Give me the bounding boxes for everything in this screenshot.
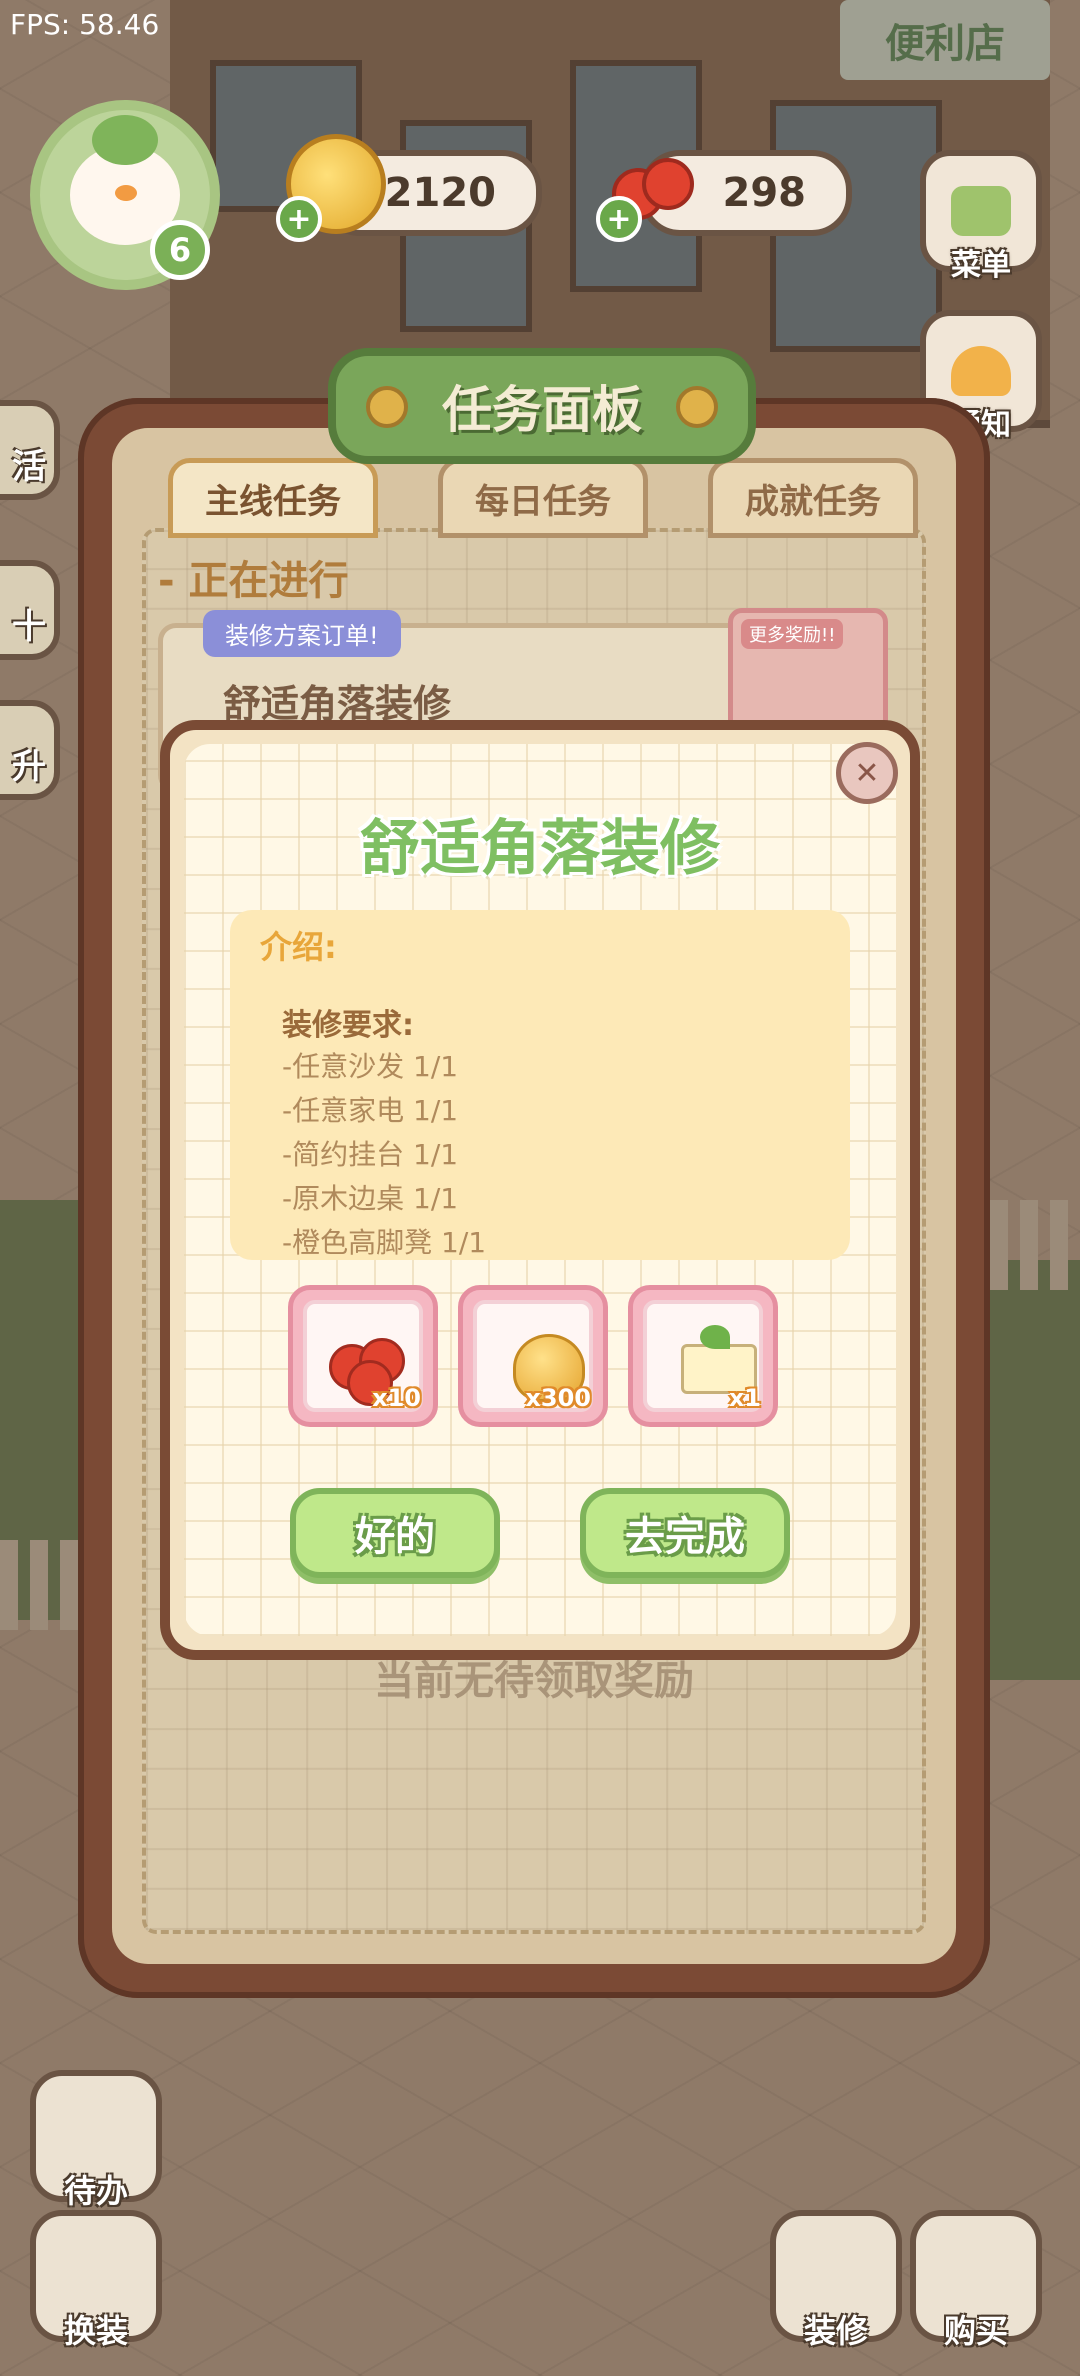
reward-slot[interactable]: x300	[458, 1285, 608, 1427]
intro-label: 介绍:	[260, 928, 337, 966]
ok-button[interactable]: 好的	[290, 1488, 500, 1578]
more-reward-label: 更多奖励!!	[741, 619, 844, 649]
close-icon: ✕	[854, 755, 880, 791]
menu-icon	[951, 186, 1011, 236]
coin-amount: 2120	[384, 170, 496, 216]
fps-counter: FPS: 58.46	[10, 8, 160, 41]
requirement-item: -任意家电 1/1	[282, 1094, 459, 1127]
requirement-item: -原木边桌 1/1	[282, 1182, 459, 1215]
add-cherries-button[interactable]: +	[596, 196, 642, 242]
level-badge: 6	[150, 220, 210, 280]
requirements-title: 装修要求:	[282, 1008, 414, 1043]
tab-daily-quests[interactable]: 每日任务	[438, 458, 648, 538]
buy-label: 购买	[943, 2312, 1008, 2350]
reward-slot[interactable]: x10	[288, 1285, 438, 1427]
dialog-title: 舒适角落装修	[360, 814, 720, 884]
tab-achievements[interactable]: 成就任务	[708, 458, 918, 538]
activity-button[interactable]: 活	[0, 400, 60, 500]
tab-main-quests[interactable]: 主线任务	[168, 458, 378, 538]
requirement-item: -简约挂台 1/1	[282, 1138, 459, 1171]
menu-label: 菜单	[951, 248, 1011, 283]
todo-label: 待办	[63, 2172, 128, 2210]
close-button[interactable]: ✕	[836, 742, 898, 804]
cherry-amount: 298	[722, 170, 807, 216]
intro-box: 介绍: 装修要求: -任意沙发 1/1 -任意家电 1/1 -简约挂台 1/1 …	[230, 910, 850, 1260]
upgrade-button[interactable]: 升	[0, 700, 60, 800]
cherry-counter[interactable]: + 298	[596, 150, 852, 242]
reward-quantity: x1	[728, 1384, 761, 1412]
side-button[interactable]: 十	[0, 560, 60, 660]
task-board-title-text: 任务面板	[442, 381, 642, 439]
task-board-title: 任务面板	[328, 348, 756, 464]
decorate-button[interactable]: 装修	[770, 2210, 902, 2350]
outfit-label: 换装	[63, 2312, 128, 2350]
requirements-list: -任意沙发 1/1 -任意家电 1/1 -简约挂台 1/1 -原木边桌 1/1 …	[282, 1045, 486, 1265]
decorative-stud	[676, 386, 718, 428]
bell-icon	[951, 346, 1011, 396]
menu-button[interactable]: 菜单	[920, 150, 1042, 283]
add-coins-button[interactable]: +	[276, 196, 322, 242]
reward-quantity: x10	[372, 1384, 421, 1412]
task-tag: 装修方案订单!	[203, 610, 401, 657]
buy-button[interactable]: 购买	[910, 2210, 1042, 2350]
reward-quantity: x300	[525, 1384, 591, 1412]
coin-counter[interactable]: + 2120	[276, 134, 542, 242]
in-progress-heading: - 正在进行	[158, 558, 349, 604]
task-detail-dialog: ✕ 舒适角落装修 介绍: 装修要求: -任意沙发 1/1 -任意家电 1/1 -…	[160, 720, 920, 1660]
todo-button[interactable]: 待办	[30, 2070, 162, 2210]
go-complete-button[interactable]: 去完成	[580, 1488, 790, 1578]
outfit-button[interactable]: 换装	[30, 2210, 162, 2350]
reward-slot[interactable]: x1	[628, 1285, 778, 1427]
requirement-item: -任意沙发 1/1	[282, 1050, 459, 1083]
requirement-item: -橙色高脚凳 1/1	[282, 1226, 487, 1259]
decorative-stud	[366, 386, 408, 428]
decorate-label: 装修	[803, 2312, 868, 2350]
